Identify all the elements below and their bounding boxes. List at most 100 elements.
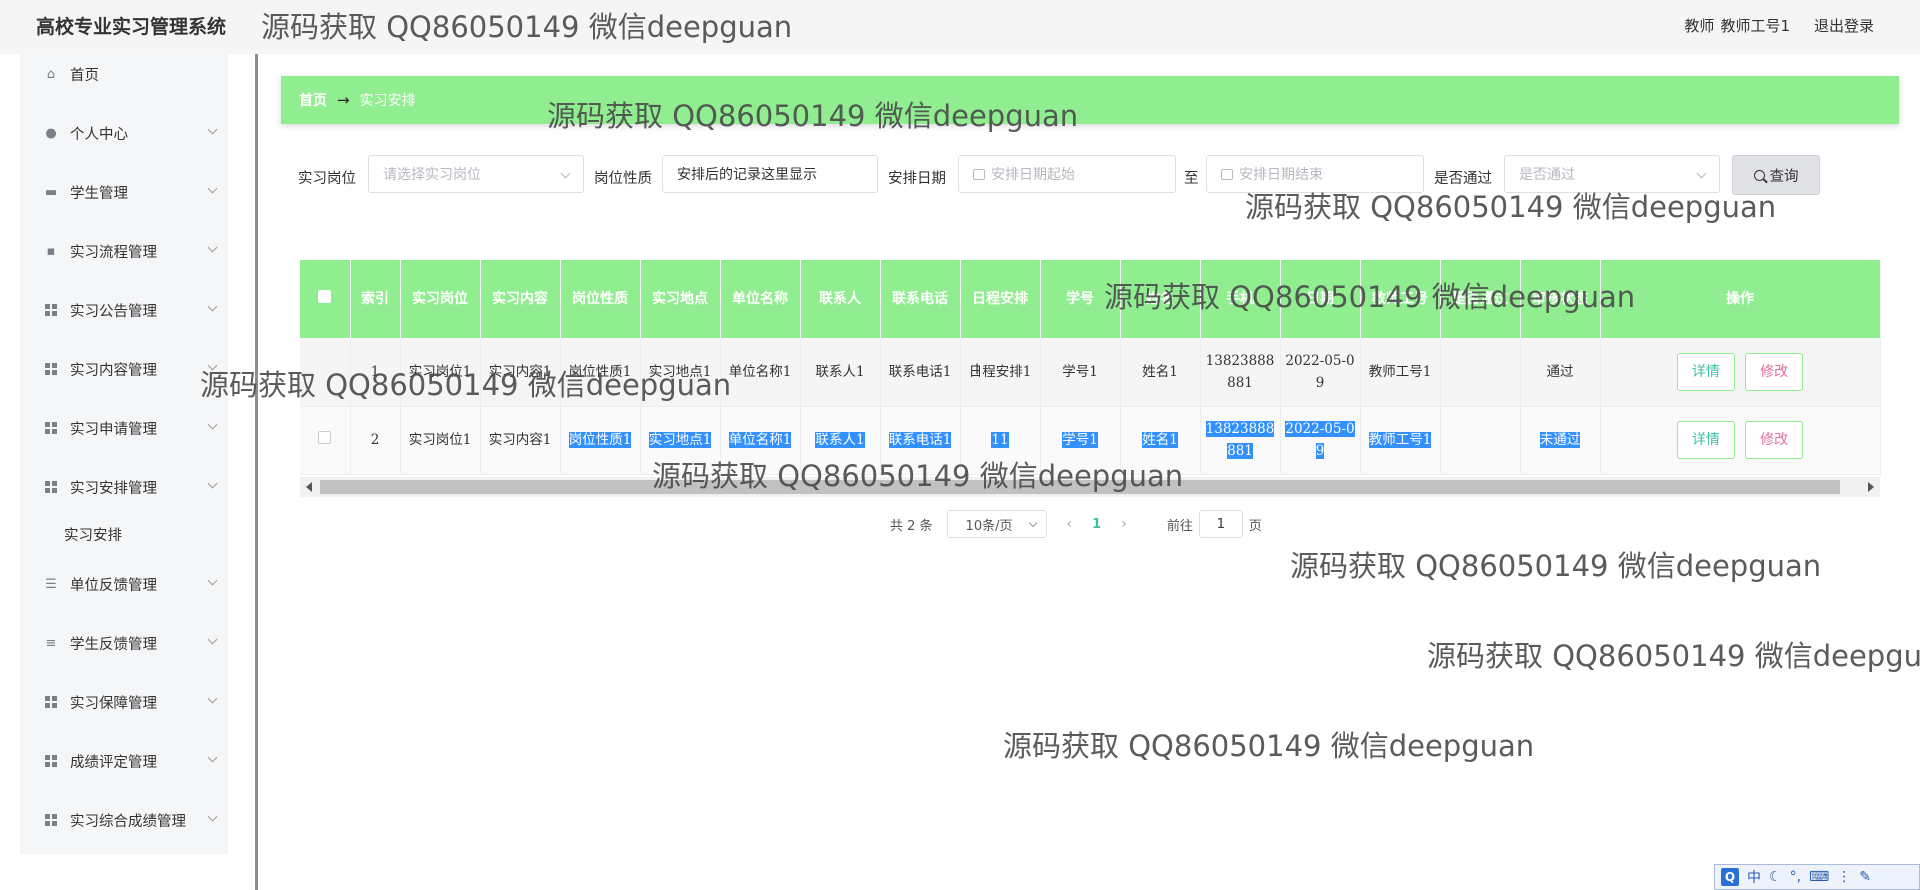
cell-date: 2022-05-09	[1280, 406, 1361, 474]
list-icon: ☰	[45, 576, 57, 592]
user-info: 教师 教师工号1	[1684, 15, 1790, 36]
cell-teacher-no: 教师工号1	[1360, 406, 1441, 474]
sidebar-item-company-feedback[interactable]: ☰ 单位反馈管理	[20, 564, 228, 604]
query-label: 查询	[1769, 168, 1799, 185]
cell-phone: 联系电话1	[880, 338, 961, 406]
scroll-left-icon[interactable]	[306, 482, 312, 492]
table-header-row: 索引 实习岗位 实习内容 岗位性质 实习地点 单位名称 联系人 联系电话 日程安…	[300, 260, 1881, 338]
breadcrumb-home[interactable]: 首页	[299, 90, 327, 110]
date-separator: 至	[1184, 171, 1199, 187]
page-number-current[interactable]: 1	[1092, 517, 1101, 532]
breadcrumb: 首页 → 实习安排	[281, 76, 1899, 124]
watermark-text: 源码获取 QQ86050149 微信deepguan	[1290, 549, 1822, 583]
sidebar-item-label: 实习流程管理	[70, 244, 157, 261]
selected-text: 11	[991, 432, 1009, 448]
selected-text: 学号1	[1062, 432, 1098, 448]
cell-content: 实习内容1	[480, 406, 561, 474]
sidebar-item-home[interactable]: ⌂ 首页	[20, 54, 228, 94]
watermark-text: 源码获取 QQ86050149 微信deepguan	[261, 10, 793, 44]
goto-page-input[interactable]: 1	[1198, 510, 1243, 538]
column-header[interactable]: 日程安排	[960, 260, 1041, 338]
sidebar-item-content[interactable]: 实习内容管理	[20, 349, 228, 389]
sidebar-subitem-arrangement[interactable]: 实习安排	[64, 524, 122, 545]
ime-mode[interactable]: 中	[1747, 867, 1761, 887]
page-size-select[interactable]: 10条/页	[946, 510, 1047, 538]
grid-icon	[44, 303, 58, 317]
column-header[interactable]: 索引	[350, 260, 401, 338]
watermark-text: 源码获取 QQ86050149 微信deepguan	[1003, 729, 1535, 763]
column-header[interactable]: 单位名称	[720, 260, 801, 338]
column-header: 操作	[1600, 260, 1881, 338]
ime-toolbar[interactable]: Q 中 ☾ °, ⌨ ⋮ ✎	[1714, 864, 1920, 890]
sidebar-item-guarantee[interactable]: 实习保障管理	[20, 682, 228, 722]
sidebar-item-application[interactable]: 实习申请管理	[20, 408, 228, 448]
sidebar-item-arrangement[interactable]: 实习安排管理	[20, 467, 228, 507]
pass-placeholder: 是否通过	[1519, 167, 1575, 183]
column-header[interactable]: 实习地点	[640, 260, 721, 338]
cell-actions: 详情 修改	[1600, 406, 1881, 474]
nature-input[interactable]: 安排后的记录这里显示	[662, 155, 878, 193]
detail-button[interactable]: 详情	[1676, 421, 1735, 459]
cell-pass	[1440, 338, 1521, 406]
sidebar-item-notice[interactable]: 实习公告管理	[20, 290, 228, 330]
column-header[interactable]: 实习内容	[480, 260, 561, 338]
grid-icon	[44, 362, 58, 376]
sidebar-item-profile[interactable]: ● 个人中心	[20, 113, 228, 153]
menu-icon[interactable]: ⋮	[1837, 869, 1851, 885]
cell-index: 2	[350, 406, 401, 474]
goto-label: 前往	[1166, 518, 1193, 534]
person-icon: ●	[45, 125, 57, 141]
calendar-icon	[1221, 168, 1233, 180]
sidebar-item-student-feedback[interactable]: ≡ 学生反馈管理	[20, 623, 228, 663]
select-all-checkbox[interactable]	[300, 260, 351, 338]
watermark-text: 源码获取 QQ86050149 微信deepguan	[547, 99, 1079, 133]
moon-icon[interactable]: ☾	[1769, 869, 1782, 885]
home-icon: ⌂	[46, 66, 56, 82]
column-header[interactable]: 联系电话	[880, 260, 961, 338]
column-header[interactable]: 实习岗位	[400, 260, 481, 338]
sidebar-item-label: 实习综合成绩管理	[70, 813, 186, 830]
edit-button[interactable]: 修改	[1745, 421, 1804, 459]
scroll-right-icon[interactable]	[1868, 482, 1874, 492]
wrench-icon[interactable]: ✎	[1859, 869, 1871, 885]
date-start-input[interactable]: 安排日期起始	[958, 155, 1176, 193]
sidebar-item-students[interactable]: ▬ 学生管理	[20, 172, 228, 212]
column-header[interactable]: 联系人	[800, 260, 881, 338]
row-checkbox[interactable]	[300, 406, 351, 474]
sidebar-item-label: 实习安排管理	[70, 480, 157, 497]
pagination: 共 2 条 10条/页 ‹ 1 › 前往 1 页	[890, 510, 1262, 538]
prev-page-icon[interactable]: ‹	[1067, 516, 1073, 532]
lines-icon: ≡	[45, 635, 57, 651]
user-name: 教师工号1	[1720, 17, 1790, 35]
chevron-down-icon	[207, 124, 218, 135]
user-area: 教师 教师工号1 退出登录	[1684, 15, 1874, 36]
next-page-icon[interactable]: ›	[1121, 516, 1127, 532]
selected-text: 教师工号1	[1368, 432, 1432, 448]
logout-link[interactable]: 退出登录	[1814, 15, 1874, 36]
chevron-down-icon	[207, 634, 218, 645]
edit-button[interactable]: 修改	[1745, 352, 1804, 391]
grid-icon	[44, 754, 58, 768]
sidebar-item-label: 学生管理	[70, 185, 128, 202]
punctuation-icon[interactable]: °,	[1790, 869, 1801, 885]
sidebar-item-grading[interactable]: 成绩评定管理	[20, 741, 228, 781]
chevron-down-icon	[207, 419, 218, 430]
cell-contact: 联系人1	[800, 338, 881, 406]
sidebar: ⌂ 首页 ● 个人中心 ▬ 学生管理 ▪ 实习流程管理 实习公告管理 实习内容管…	[0, 54, 258, 890]
keyboard-icon[interactable]: ⌨	[1809, 869, 1829, 885]
cell-mobile: 13823888881	[1200, 338, 1281, 406]
chevron-down-icon	[207, 183, 218, 194]
position-select[interactable]: 请选择实习岗位	[368, 155, 584, 193]
selected-text: 实习地点1	[648, 432, 712, 448]
briefcase-icon: ▬	[44, 184, 58, 200]
cell-status: 通过	[1520, 338, 1601, 406]
column-header[interactable]: 岗位性质	[560, 260, 641, 338]
chevron-down-icon	[207, 811, 218, 822]
sidebar-item-overall-score[interactable]: 实习综合成绩管理	[20, 800, 228, 840]
position-placeholder: 请选择实习岗位	[383, 167, 481, 183]
sidebar-item-process[interactable]: ▪ 实习流程管理	[20, 231, 228, 271]
cell-schedule: 日程安排1	[960, 338, 1041, 406]
detail-button[interactable]: 详情	[1676, 352, 1735, 391]
sidebar-item-label: 实习保障管理	[70, 695, 157, 712]
chevron-down-icon	[560, 168, 571, 179]
